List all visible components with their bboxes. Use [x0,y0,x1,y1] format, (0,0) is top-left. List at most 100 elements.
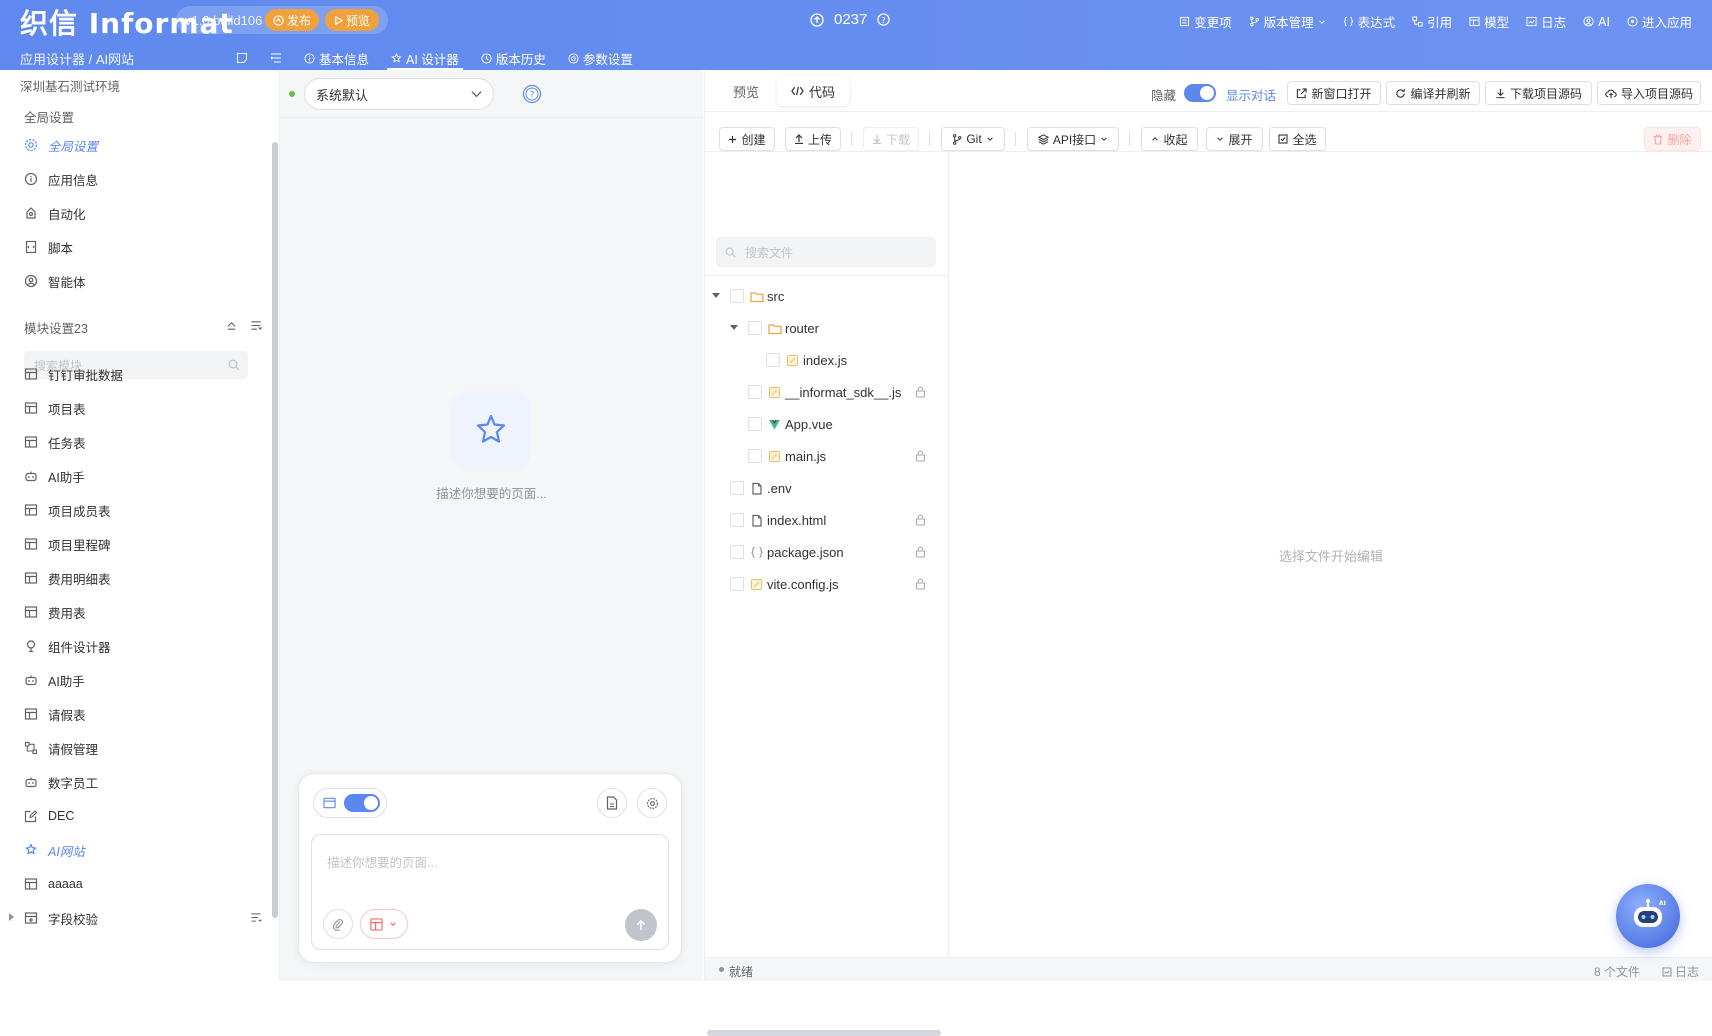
file-checkbox[interactable] [748,385,762,399]
outline-button[interactable] [266,46,286,70]
menu-logs[interactable]: 日志 [1526,12,1566,31]
sidebar-item-module[interactable]: 字段校验 [24,907,98,929]
folder-row[interactable]: router [748,317,819,339]
import-source-button[interactable]: 导入项目源码 [1597,81,1701,105]
publish-button[interactable]: 发布 [265,9,319,31]
file-checkbox[interactable] [730,289,744,303]
menu-references[interactable]: 引用 [1412,12,1452,31]
sidebar-item-script[interactable]: 脚本 [24,236,73,258]
sidebar-item-agent[interactable]: 智能体 [24,270,86,292]
sidebar-item-module[interactable]: 请假管理 [24,737,98,759]
menu-changes[interactable]: 变更项 [1179,12,1232,31]
sidebar-item-module[interactable]: 项目表 [24,397,86,419]
select-all-button[interactable]: 全选 [1269,127,1326,151]
sidebar-item-module[interactable]: 任务表 [24,431,86,453]
menu-expressions[interactable]: 表达式 [1343,12,1395,31]
file-checkbox[interactable] [730,545,744,559]
file-row[interactable]: main.js [748,445,826,467]
sidebar-item-automation[interactable]: 自动化 [24,202,86,224]
tree-scrollbar[interactable] [707,1030,941,1036]
tree-toggle-icon[interactable] [712,293,720,298]
sidebar-item-module[interactable]: 费用表 [24,601,86,623]
file-row[interactable]: App.vue [748,413,833,435]
tab-preview[interactable]: 预览 [733,79,759,103]
tree-toggle-icon[interactable] [730,325,738,330]
menu-version-management[interactable]: 版本管理 [1249,12,1326,31]
git-dropdown[interactable]: Git [941,127,1005,151]
file-row[interactable]: __informat_sdk__.js [748,381,901,403]
composer-settings-button[interactable] [637,788,667,818]
file-checkbox[interactable] [748,417,762,431]
sidebar-item-module[interactable]: aaaaa [24,873,83,895]
view-mode-toggle[interactable] [344,794,380,812]
attach-button[interactable] [323,909,353,939]
sidebar-item-app-info[interactable]: 应用信息 [24,168,98,190]
sort-icon[interactable] [250,320,262,331]
sidebar-item-module[interactable]: 项目里程碑 [24,533,111,555]
upload-button[interactable]: 上传 [785,127,841,151]
file-checkbox[interactable] [730,513,744,527]
sidebar-item-module[interactable]: 费用明细表 [24,567,111,589]
compile-refresh-button[interactable]: 编译并刷新 [1386,81,1480,105]
send-button[interactable] [625,909,657,941]
file-search-input[interactable]: 搜索文件 [716,237,936,267]
preview-button[interactable]: 预览 [325,9,379,31]
prompt-input[interactable]: 描述你想要的页面... [311,834,669,950]
expand-button[interactable]: 展开 [1206,127,1263,151]
api-dropdown[interactable]: API接口 [1027,127,1119,151]
file-row[interactable]: vite.config.js [730,573,839,595]
download-source-button[interactable]: 下载项目源码 [1485,81,1592,105]
expand-caret-icon[interactable] [9,913,14,921]
log-button[interactable]: 日志 [1662,963,1699,980]
file-checkbox[interactable] [730,481,744,495]
sidebar-item-module[interactable]: 组件设计器 [24,635,111,657]
collapse-all-icon[interactable] [226,320,237,331]
sidebar-item-module[interactable]: 请假表 [24,703,86,725]
file-row[interactable]: .env [730,477,792,499]
collapse-button[interactable]: 收起 [1141,127,1198,151]
tab-code[interactable]: 代码 [777,76,849,106]
file-row[interactable]: index.html [730,509,826,531]
layout-template-button[interactable] [360,909,408,939]
file-checkbox[interactable] [748,449,762,463]
file-checkbox[interactable] [730,577,744,591]
tab-parameter-settings[interactable]: 参数设置 [564,46,637,70]
file-row[interactable]: index.js [766,349,847,371]
sidebar-item-module[interactable]: AI网站 [24,839,85,861]
sidebar-item-module[interactable]: 数字员工 [24,771,98,793]
open-new-window-button[interactable]: 新窗口打开 [1287,81,1381,105]
sidebar-item-module[interactable]: AI助手 [24,465,85,487]
file-row[interactable]: package.json [730,541,844,563]
tab-ai-designer[interactable]: AI 设计器 [387,46,463,70]
document-button[interactable] [597,788,627,818]
sidebar-scrollbar[interactable] [272,142,278,918]
menu-models[interactable]: 模型 [1469,12,1509,31]
note-button[interactable] [232,46,252,70]
file-checkbox[interactable] [766,353,780,367]
menu-enter-app[interactable]: 进入应用 [1627,12,1692,31]
help-icon[interactable]: ? [522,84,542,104]
show-chat-toggle[interactable] [1184,84,1216,102]
menu-ai[interactable]: AI [1583,12,1610,31]
help-icon[interactable]: ? [877,13,891,26]
delete-button[interactable]: 删除 [1644,127,1701,151]
create-button[interactable]: 创建 [719,127,775,151]
lock-icon [915,386,926,398]
tab-version-history[interactable]: 版本历史 [477,46,550,70]
folder-row[interactable]: src [730,285,784,307]
sidebar-item-global-settings[interactable]: 全局设置 [24,134,98,156]
toolbar-divider [851,132,852,146]
chevron-down-icon [986,137,993,141]
ai-assistant-fab[interactable]: AI [1616,884,1680,948]
download-button[interactable]: 下载 [863,127,919,151]
select-all-label: 全选 [1292,132,1317,147]
tab-basic-info[interactable]: 基本信息 [300,46,373,70]
row-menu-icon[interactable] [250,912,262,923]
sidebar-item-module[interactable]: AI助手 [24,669,85,691]
arrow-circle-icon[interactable] [810,12,824,27]
sidebar-item-module[interactable]: DEC [24,805,74,827]
sidebar-item-module[interactable]: 钉钉审批数据 [24,363,123,385]
sidebar-item-module[interactable]: 项目成员表 [24,499,111,521]
model-select[interactable]: 系统默认 [304,78,494,110]
file-checkbox[interactable] [748,321,762,335]
